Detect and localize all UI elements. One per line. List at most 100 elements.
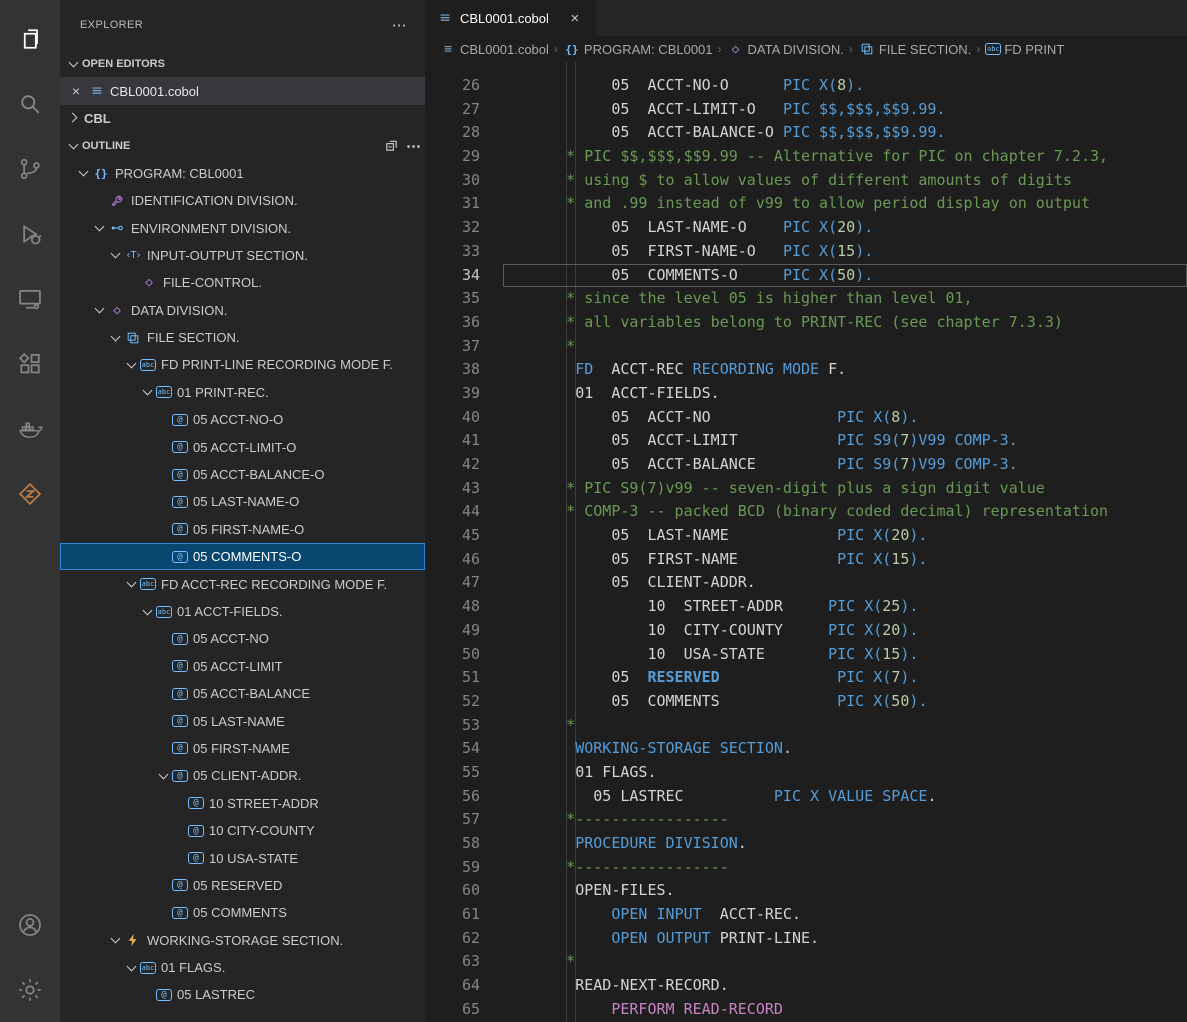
code-line[interactable]: 39 01 ACCT-FIELDS. (425, 382, 1187, 406)
outline-item[interactable]: abc01 PRINT-REC. (60, 379, 425, 406)
chevron-right-icon[interactable] (66, 110, 82, 126)
chevron-down-icon[interactable] (92, 302, 108, 318)
line-number[interactable]: 37 (425, 335, 480, 359)
chevron-down-icon[interactable] (76, 165, 92, 181)
outline-item[interactable]: @05 FIRST-NAME-O (60, 516, 425, 543)
code-line[interactable]: 26 05 ACCT-NO-O PIC X(8). (425, 74, 1187, 98)
line-number[interactable]: 36 (425, 311, 480, 335)
outline-header[interactable]: OUTLINE (60, 132, 425, 159)
open-editor-item[interactable]: CBL0001.cobol (60, 77, 425, 104)
code-line[interactable]: 38 FD ACCT-REC RECORDING MODE F. (425, 358, 1187, 382)
chevron-down-icon[interactable] (124, 576, 140, 592)
breadcrumb-item[interactable]: ≡CBL0001.cobol (439, 41, 549, 57)
code-line[interactable]: 60 OPEN-FILES. (425, 879, 1187, 903)
line-number[interactable]: 35 (425, 287, 480, 311)
line-number[interactable]: 52 (425, 690, 480, 714)
line-number[interactable]: 60 (425, 879, 480, 903)
close-icon[interactable] (68, 83, 84, 99)
outline-item[interactable]: @05 LAST-NAME-O (60, 488, 425, 515)
outline-item[interactable]: IDENTIFICATION DIVISION. (60, 187, 425, 214)
code-line[interactable]: 27 05 ACCT-LIMIT-O PIC $$,$$$,$$9.99. (425, 98, 1187, 122)
line-number[interactable]: 26 (425, 74, 480, 98)
code-line[interactable]: 41 05 ACCT-LIMIT PIC S9(7)V99 COMP-3. (425, 429, 1187, 453)
run-debug-icon[interactable] (0, 201, 60, 266)
line-number[interactable]: 63 (425, 950, 480, 974)
code-line[interactable]: 29 * PIC $$,$$$,$$9.99 -- Alternative fo… (425, 145, 1187, 169)
line-number[interactable]: 34 (425, 264, 480, 288)
code-line[interactable]: 56 05 LASTREC PIC X VALUE SPACE. (425, 785, 1187, 809)
outline-item[interactable]: @05 CLIENT-ADDR. (60, 762, 425, 789)
more-actions-icon[interactable] (402, 137, 425, 155)
code-line[interactable]: 65 PERFORM READ-RECORD (425, 998, 1187, 1022)
code-line[interactable]: 31 * and .99 instead of v99 to allow per… (425, 192, 1187, 216)
chevron-down-icon[interactable] (140, 384, 156, 400)
close-icon[interactable] (566, 10, 584, 27)
line-number[interactable]: 58 (425, 832, 480, 856)
outline-item[interactable]: @10 USA-STATE (60, 844, 425, 871)
code-line[interactable]: 63 * (425, 950, 1187, 974)
chevron-down-icon[interactable] (140, 604, 156, 620)
chevron-down-icon[interactable] (124, 357, 140, 373)
code-line[interactable]: 62 OPEN OUTPUT PRINT-LINE. (425, 927, 1187, 951)
line-number[interactable]: 51 (425, 666, 480, 690)
outline-item[interactable]: ◇FILE-CONTROL. (60, 269, 425, 296)
extensions-icon[interactable] (0, 331, 60, 396)
code-line[interactable]: 52 05 COMMENTS PIC X(50). (425, 690, 1187, 714)
account-icon[interactable] (0, 892, 60, 957)
code-line[interactable]: 44 * COMP-3 -- packed BCD (binary coded … (425, 500, 1187, 524)
outline-item[interactable]: @05 ACCT-NO-O (60, 406, 425, 433)
chevron-down-icon[interactable] (124, 960, 140, 976)
code-line[interactable]: 32 05 LAST-NAME-O PIC X(20). (425, 216, 1187, 240)
line-number[interactable]: 64 (425, 974, 480, 998)
code-line[interactable]: 36 * all variables belong to PRINT-REC (… (425, 311, 1187, 335)
outline-item[interactable]: @05 COMMENTS-O (60, 543, 425, 570)
outline-item[interactable]: abc01 FLAGS. (60, 954, 425, 981)
line-number[interactable]: 59 (425, 856, 480, 880)
code-line[interactable]: 37 * (425, 335, 1187, 359)
outline-item[interactable]: @10 STREET-ADDR (60, 790, 425, 817)
outline-item[interactable]: {}PROGRAM: CBL0001 (60, 160, 425, 187)
outline-item[interactable]: @10 CITY-COUNTY (60, 817, 425, 844)
code-line[interactable]: 33 05 FIRST-NAME-O PIC X(15). (425, 240, 1187, 264)
outline-item[interactable]: abcFD PRINT-LINE RECORDING MODE F. (60, 351, 425, 378)
explorer-icon[interactable] (0, 6, 60, 71)
outline-item[interactable]: ENVIRONMENT DIVISION. (60, 214, 425, 241)
line-number[interactable]: 41 (425, 429, 480, 453)
source-control-icon[interactable] (0, 136, 60, 201)
outline-item[interactable]: @05 FIRST-NAME (60, 735, 425, 762)
line-number[interactable]: 65 (425, 998, 480, 1022)
outline-item[interactable]: @05 ACCT-LIMIT (60, 653, 425, 680)
chevron-down-icon[interactable] (66, 56, 82, 72)
code-line[interactable]: 54 WORKING-STORAGE SECTION. (425, 737, 1187, 761)
breadcrumb-item[interactable]: abcFD PRINT (985, 42, 1064, 57)
line-number[interactable]: 49 (425, 619, 480, 643)
outline-item[interactable]: WORKING-STORAGE SECTION. (60, 927, 425, 954)
outline-item[interactable]: @05 ACCT-LIMIT-O (60, 433, 425, 460)
code-line[interactable]: 46 05 FIRST-NAME PIC X(15). (425, 548, 1187, 572)
line-number[interactable]: 38 (425, 358, 480, 382)
chevron-down-icon[interactable] (108, 932, 124, 948)
line-number[interactable]: 30 (425, 169, 480, 193)
search-icon[interactable] (0, 71, 60, 136)
line-number[interactable]: 57 (425, 808, 480, 832)
line-number[interactable]: 54 (425, 737, 480, 761)
chevron-down-icon[interactable] (92, 220, 108, 236)
code-line[interactable]: 57 *----------------- (425, 808, 1187, 832)
chevron-down-icon[interactable] (156, 768, 172, 784)
code-area[interactable]: 26 05 ACCT-NO-O PIC X(8).27 05 ACCT-LIMI… (425, 62, 1187, 1022)
collapse-all-icon[interactable] (380, 137, 402, 155)
code-line[interactable]: 64 READ-NEXT-RECORD. (425, 974, 1187, 998)
docker-icon[interactable] (0, 396, 60, 461)
outline-item[interactable]: abc01 ACCT-FIELDS. (60, 598, 425, 625)
code-line[interactable]: 45 05 LAST-NAME PIC X(20). (425, 524, 1187, 548)
outline-item[interactable]: @05 ACCT-BALANCE (60, 680, 425, 707)
code-line[interactable]: 59 *----------------- (425, 856, 1187, 880)
outline-item[interactable]: ‹T›INPUT-OUTPUT SECTION. (60, 242, 425, 269)
chevron-down-icon[interactable] (108, 247, 124, 263)
breadcrumb-item[interactable]: {}PROGRAM: CBL0001 (563, 41, 713, 57)
z-extension-icon[interactable] (0, 461, 60, 526)
settings-icon[interactable] (0, 957, 60, 1022)
line-number[interactable]: 48 (425, 595, 480, 619)
line-number[interactable]: 29 (425, 145, 480, 169)
line-number[interactable]: 43 (425, 477, 480, 501)
